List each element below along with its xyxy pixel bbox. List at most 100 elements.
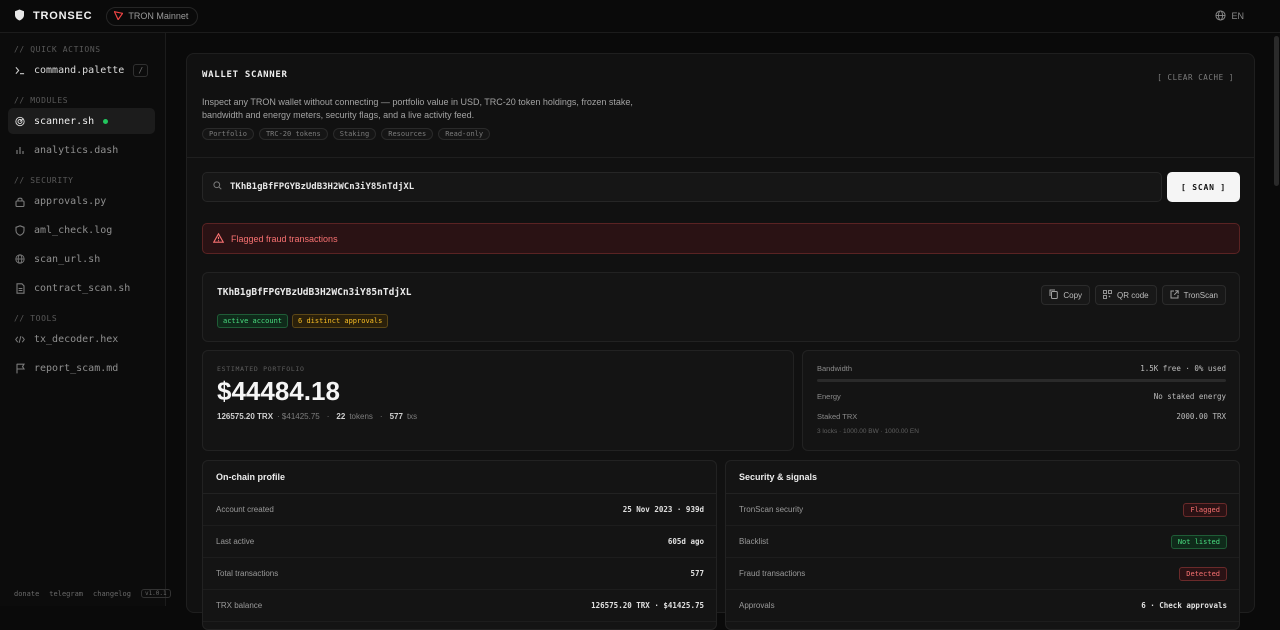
energy-row: Energy No staked energy xyxy=(817,392,1226,401)
page-description: Inspect any TRON wallet without connecti… xyxy=(202,97,633,120)
tron-logo-icon xyxy=(113,10,124,22)
staked-row: Staked TRX 2000.00 TRX xyxy=(817,412,1226,421)
on-chain-profile-card: On-chain profile Account created 25 Nov … xyxy=(202,460,717,630)
table-row: Fraud transactions Detected xyxy=(726,558,1239,590)
row-label: Blacklist xyxy=(739,537,769,546)
tag-staking: Staking xyxy=(332,128,377,140)
sidebar-item-tx-decoder[interactable]: tx_decoder.hex xyxy=(8,326,155,352)
brand[interactable]: TRONSEC xyxy=(14,9,92,24)
status-badge-not-listed: Not listed xyxy=(1170,534,1227,549)
sidebar-item-aml-check[interactable]: aml_check.log xyxy=(8,217,155,243)
clear-cache-button[interactable]: [ CLEAR CACHE ] xyxy=(1157,73,1234,82)
shortcut-key: / xyxy=(133,63,149,77)
page-scrollbar[interactable] xyxy=(1274,36,1279,186)
portfolio-card: ESTIMATED PORTFOLIO $44484.18 126575.20 … xyxy=(202,350,794,451)
qr-code-icon xyxy=(1103,289,1112,301)
energy-value: No staked energy xyxy=(1153,392,1226,401)
sidebar-item-scanner[interactable]: scanner.sh xyxy=(8,108,155,134)
section-label-security: // SECURITY xyxy=(14,176,74,185)
row-value: 605d ago xyxy=(667,537,704,546)
portfolio-value: $44484.18 xyxy=(217,376,340,406)
trx-amount: 126575.20 TRX xyxy=(217,412,274,421)
search-icon xyxy=(213,181,222,193)
tokens-count: 22 xyxy=(336,412,346,421)
status-badge-approvals: 6 distinct approvals xyxy=(292,314,389,328)
language-code: EN xyxy=(1231,11,1244,21)
sidebar-item-label: aml_check.log xyxy=(34,224,113,236)
staked-detail: 3 locks · 1000.00 BW · 1000.00 EN xyxy=(817,428,919,435)
sidebar-item-label: analytics.dash xyxy=(34,144,119,156)
row-label: Last active xyxy=(216,537,255,546)
energy-label: Energy xyxy=(817,392,841,401)
sidebar-item-label: tx_decoder.hex xyxy=(34,333,119,345)
copy-button[interactable]: Copy xyxy=(1041,285,1091,305)
globe-icon xyxy=(15,254,25,264)
staked-label: Staked TRX xyxy=(817,412,858,421)
sidebar-footer: donate telegram changelog v1.0.1 xyxy=(14,589,171,598)
version-badge: v1.0.1 xyxy=(140,589,171,598)
section-title: On-chain profile xyxy=(203,461,716,494)
changelog-link[interactable]: changelog xyxy=(93,590,131,598)
external-link-icon xyxy=(1170,289,1179,301)
status-badge-flagged: Flagged xyxy=(1183,502,1227,517)
shield-icon xyxy=(15,224,25,236)
row-label: TronScan security xyxy=(739,505,804,514)
section-title: Security & signals xyxy=(726,461,1239,494)
sidebar-item-contract-scan[interactable]: contract_scan.sh xyxy=(8,275,155,301)
wallet-actions: Copy QR code TronScan xyxy=(1041,285,1226,305)
divider xyxy=(187,157,1254,158)
search-value: TKhB1gBfFPGYBzUdB3H2WCn3iY85nTdjXL xyxy=(230,182,415,192)
terminal-icon xyxy=(15,65,25,75)
tag-portfolio: Portfolio xyxy=(202,128,254,140)
address-search-input[interactable]: TKhB1gBfFPGYBzUdB3H2WCn3iY85nTdjXL xyxy=(202,172,1162,202)
txs-count: 577 xyxy=(389,412,403,421)
feature-tags: Portfolio TRC-20 tokens Staking Resource… xyxy=(202,128,491,140)
radar-icon xyxy=(15,116,25,126)
section-label-tools: // TOOLS xyxy=(14,314,58,323)
telegram-link[interactable]: telegram xyxy=(49,590,83,598)
sidebar-item-analytics[interactable]: analytics.dash xyxy=(8,137,155,163)
sidebar-item-report-scam[interactable]: report_scam.md xyxy=(8,355,155,381)
section-label-quick-actions: // QUICK ACTIONS xyxy=(14,45,101,54)
globe-icon xyxy=(1215,9,1227,23)
row-label: Account created xyxy=(216,505,274,514)
tag-resources: Resources xyxy=(381,128,434,140)
row-label: Fraud transactions xyxy=(739,569,806,578)
language-selector[interactable]: EN xyxy=(1215,9,1244,23)
tag-read-only: Read-only xyxy=(438,128,491,140)
page-title: WALLET SCANNER xyxy=(202,70,288,80)
brand-name: TRONSEC xyxy=(33,10,93,22)
copy-icon xyxy=(1049,289,1059,301)
bar-chart-icon xyxy=(15,145,25,155)
table-row: TRX balance 126575.20 TRX · $41425.75 xyxy=(203,590,716,622)
alert-text: Flagged fraud transactions xyxy=(231,233,338,244)
copy-label: Copy xyxy=(1063,290,1083,300)
row-label: Total transactions xyxy=(216,569,279,578)
network-selector[interactable]: TRON Mainnet xyxy=(106,6,199,26)
qr-code-button[interactable]: QR code xyxy=(1095,285,1157,305)
bandwidth-row: Bandwidth 1.5K free · 0% used xyxy=(817,364,1226,373)
scan-button[interactable]: [ SCAN ] xyxy=(1167,172,1240,202)
staked-value: 2000.00 TRX xyxy=(1176,412,1226,421)
sidebar-item-scan-url[interactable]: scan_url.sh xyxy=(8,246,155,272)
section-label-modules: // MODULES xyxy=(14,96,69,105)
wallet-address: TKhB1gBfFPGYBzUdB3H2WCn3iY85nTdjXL xyxy=(217,287,412,298)
warning-icon xyxy=(212,232,225,245)
sidebar-item-approvals[interactable]: approvals.py xyxy=(8,188,155,214)
top-bar: TRONSEC TRON Mainnet EN xyxy=(0,0,1280,33)
tronscan-button[interactable]: TronScan xyxy=(1161,285,1226,305)
row-value: 577 xyxy=(690,569,704,578)
active-status-dot xyxy=(103,118,109,124)
resources-card: Bandwidth 1.5K free · 0% used Energy No … xyxy=(802,350,1240,451)
qr-code-label: QR code xyxy=(1117,290,1149,300)
portfolio-summary: 126575.20 TRX · $41425.75 · 22 tokens · … xyxy=(217,412,418,421)
sidebar-item-command-palette[interactable]: command.palette / xyxy=(8,57,155,83)
bandwidth-label: Bandwidth xyxy=(817,364,853,373)
wallet-address-card: TKhB1gBfFPGYBzUdB3H2WCn3iY85nTdjXL activ… xyxy=(202,272,1240,342)
donate-link[interactable]: donate xyxy=(14,590,39,598)
table-row: Account created 25 Nov 2023 · 939d xyxy=(203,494,716,526)
fraud-alert-banner: Flagged fraud transactions xyxy=(202,223,1240,254)
sidebar-item-label: scanner.sh xyxy=(34,115,95,127)
txs-label: txs xyxy=(406,412,418,421)
table-row: Last active 605d ago xyxy=(203,526,716,558)
